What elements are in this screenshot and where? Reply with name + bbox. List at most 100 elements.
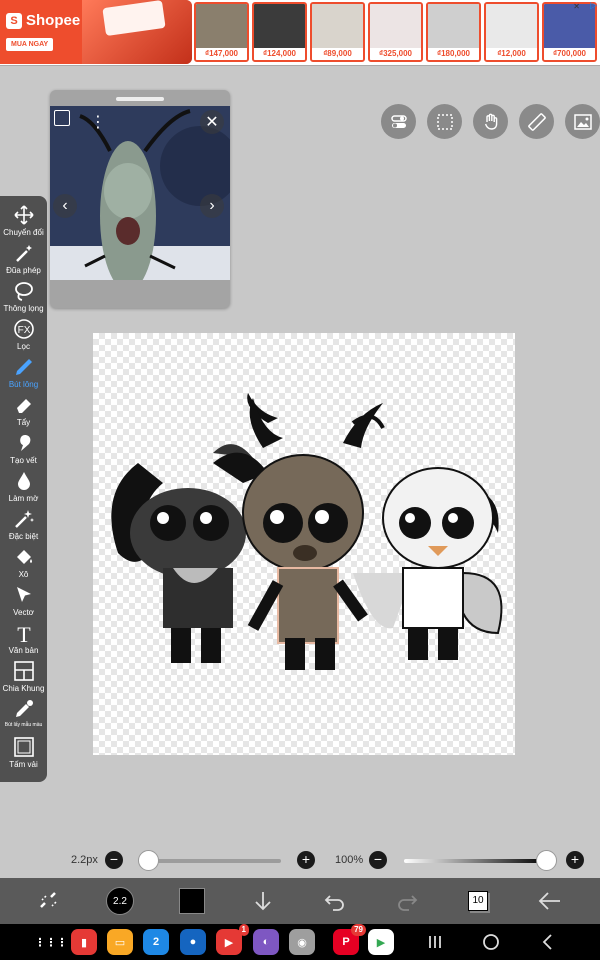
youtube-app-icon[interactable]: ▶ 1 <box>216 924 249 955</box>
undo-button[interactable] <box>320 886 350 916</box>
ad-product-7[interactable]: ₫700,000 <box>542 2 597 62</box>
ad-product-price: ₫124,000 <box>254 48 305 60</box>
tool-special[interactable]: Đặc biệt <box>0 508 47 548</box>
tool-vector-label: Vectơ <box>13 608 34 617</box>
ad-phone-image <box>82 0 192 64</box>
tool-lasso[interactable]: Thông lọng <box>0 280 47 320</box>
ad-banner[interactable]: S Shopee MUA NGAY ₫147,000 ₫124,000 ₫89,00… <box>0 0 600 66</box>
ad-info-icon[interactable]: ▷ <box>590 0 597 11</box>
calendar-app-icon[interactable]: 2 <box>143 929 169 955</box>
selection-button[interactable] <box>427 104 462 139</box>
reference-next-icon[interactable]: › <box>200 194 224 218</box>
ad-product-image <box>428 4 479 48</box>
ad-product-4[interactable]: ₫325,000 <box>368 2 423 62</box>
ad-cta-button[interactable]: MUA NGAY <box>6 38 54 51</box>
app-grid-icon[interactable]: ⋮⋮⋮ <box>35 929 68 955</box>
android-nav-bar: ⋮⋮⋮ ▮ ▭ 2 ● ▶ 1 ◐ ◉ P 79 ▶ <box>0 924 600 960</box>
browser-app-icon[interactable]: ◐ <box>253 929 279 955</box>
reference-more-icon[interactable]: ⋮ <box>86 110 110 134</box>
tool-magic-wand[interactable]: Đũa phép <box>0 242 47 282</box>
drawing-canvas[interactable] <box>93 333 515 755</box>
back-arrow-icon <box>538 892 560 910</box>
color-picker-button[interactable] <box>177 886 207 916</box>
brush-size-button[interactable]: 2.2 <box>105 886 135 916</box>
size-minus-button[interactable]: − <box>105 851 123 869</box>
reference-prev-icon[interactable]: ‹ <box>53 194 77 218</box>
size-slider-track[interactable] <box>147 859 281 863</box>
reference-close-icon[interactable]: ✕ <box>200 110 224 134</box>
ad-product-price: ₫700,000 <box>544 48 595 60</box>
opacity-slider-knob[interactable] <box>536 850 557 871</box>
brush-sliders: 2.2px − + 100% − + <box>0 849 600 871</box>
ad-product-3[interactable]: ₫89,000 <box>310 2 365 62</box>
frame-divider-icon <box>13 661 34 681</box>
undo-icon <box>324 895 344 911</box>
swap-tool-button[interactable] <box>34 886 64 916</box>
layers-button[interactable]: 10 <box>463 886 493 916</box>
ruler-button[interactable] <box>519 104 554 139</box>
redo-button[interactable] <box>392 886 422 916</box>
artwork <box>111 393 503 670</box>
tool-smudge[interactable]: Tạo vết <box>0 432 47 472</box>
home-icon[interactable] <box>481 932 501 952</box>
tool-fill[interactable]: Xô <box>0 546 47 586</box>
tool-vector[interactable]: Vectơ <box>0 584 47 624</box>
nav-back-icon[interactable] <box>538 932 558 952</box>
brush-swap-icon <box>40 892 57 908</box>
tool-text[interactable]: T Văn bản <box>0 622 47 662</box>
toggle-button[interactable] <box>381 104 416 139</box>
ad-product-image <box>254 4 305 48</box>
ad-product-5[interactable]: ₫180,000 <box>426 2 481 62</box>
tool-filter[interactable]: FX Lọc <box>0 318 47 358</box>
play-store-app-icon[interactable]: ▶ <box>368 929 394 955</box>
ad-product-price: ₫12,000 <box>486 48 537 60</box>
ad-product-6[interactable]: ₫12,000 <box>484 2 539 62</box>
opacity-plus-button[interactable]: + <box>566 851 584 869</box>
tool-frame[interactable]: Chia Khung <box>0 660 47 700</box>
size-plus-button[interactable]: + <box>297 851 315 869</box>
ad-product-1[interactable]: ₫147,000 <box>194 2 249 62</box>
opacity-value: 100% <box>335 854 364 866</box>
ad-close-icon[interactable]: ✕ <box>573 2 580 11</box>
tool-eraser[interactable]: Tẩy <box>0 394 47 434</box>
back-button[interactable] <box>535 886 565 916</box>
camera-app-icon[interactable]: ◉ <box>289 929 315 955</box>
toggle-icon <box>390 114 407 128</box>
brown-character <box>242 393 385 670</box>
redo-icon <box>398 895 418 911</box>
size-slider-knob[interactable] <box>138 850 159 871</box>
blur-drop-icon <box>17 472 30 490</box>
recent-apps-icon[interactable] <box>425 932 445 952</box>
tool-brush[interactable]: Bút lông <box>0 356 47 396</box>
move-arrows-icon <box>13 205 34 225</box>
shopee-bag-icon: S <box>6 12 22 29</box>
ad-product-price: ₫325,000 <box>370 48 421 60</box>
folder-app-icon[interactable]: ▭ <box>107 929 133 955</box>
tool-canvas[interactable]: Tấm vải <box>0 736 47 776</box>
opacity-slider-track[interactable] <box>404 859 546 863</box>
ad-product-2[interactable]: ₫124,000 <box>252 2 307 62</box>
download-button[interactable] <box>248 886 278 916</box>
messages-app-icon[interactable]: ● <box>180 929 206 955</box>
pinterest-app-icon[interactable]: P 79 <box>333 924 366 955</box>
red-app-icon[interactable]: ▮ <box>71 929 97 955</box>
opacity-minus-button[interactable]: − <box>369 851 387 869</box>
tool-filter-label: Lọc <box>17 342 30 351</box>
reference-panel[interactable]: ⋮ ✕ ‹ › <box>50 90 230 308</box>
image-button[interactable] <box>565 104 600 139</box>
tool-transform[interactable]: Chuyển đổi <box>0 204 47 244</box>
reference-panel-handle[interactable] <box>116 97 164 101</box>
tool-frame-label: Chia Khung <box>2 684 45 693</box>
hand-button[interactable] <box>473 104 508 139</box>
reference-photo <box>50 106 230 280</box>
canvas-square-icon <box>13 737 34 757</box>
white-character <box>353 467 503 660</box>
shopee-ad-brand[interactable]: S Shopee MUA NGAY <box>0 0 192 64</box>
ad-product-image <box>486 4 537 48</box>
ad-product-image <box>196 4 247 48</box>
tool-magic-label: Đũa phép <box>6 266 41 275</box>
reference-crop-icon[interactable] <box>54 110 70 126</box>
tool-eyedropper[interactable]: Bút lấy mẫu màu <box>0 698 47 738</box>
eraser-icon <box>16 399 31 413</box>
tool-blur[interactable]: Làm mờ <box>0 470 47 510</box>
